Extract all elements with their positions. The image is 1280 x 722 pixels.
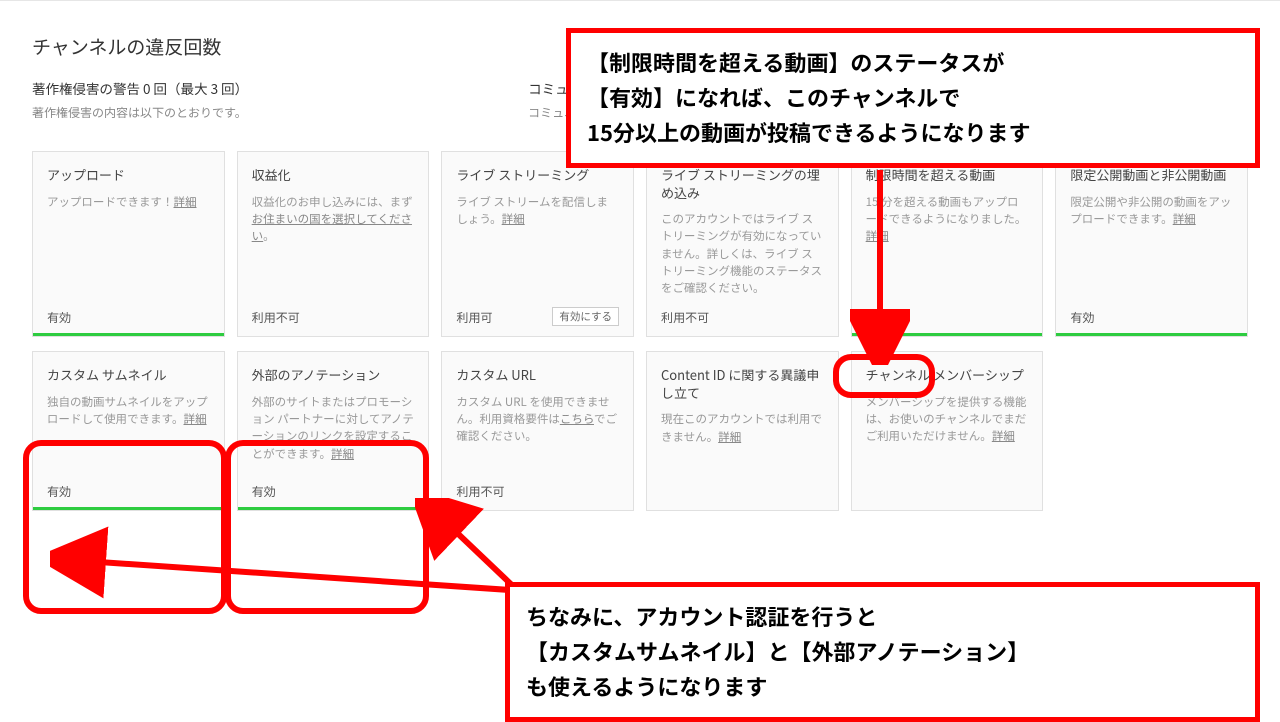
card-title: チャンネル メンバーシップ — [866, 366, 1029, 384]
card-title: 外部のアノテーション — [252, 366, 415, 384]
card-status: 有効 — [866, 309, 890, 326]
feature-card: ライブ ストリーミングの埋め込みこのアカウントではライブ ストリーミングが有効に… — [646, 151, 839, 337]
card-footer: 利用可 有効にする — [456, 307, 619, 326]
card-desc-pre: 収益化のお申し込みには、まず — [252, 194, 413, 210]
card-desc-pre: アップロードできます！ — [47, 194, 174, 210]
card-footer: 有効 — [47, 483, 210, 500]
status-bar — [33, 333, 224, 336]
card-title: 限定公開動画と非公開動画 — [1070, 166, 1233, 184]
card-footer: 利用不可 — [252, 309, 415, 326]
annotation-bottom: ちなみに、アカウント認証を行うと 【カスタムサムネイル】と【外部アノテーション】… — [505, 582, 1260, 722]
annotation-top-line3: 15分以上の動画が投稿できるようになります — [587, 115, 1239, 150]
card-grid-row1: アップロードアップロードできます！詳細有効収益化収益化のお申し込みには、まずお住… — [32, 151, 1248, 337]
card-desc-post: 。 — [263, 228, 275, 244]
status-bar — [1056, 333, 1247, 336]
card-status: 利用可 — [456, 309, 492, 326]
card-link[interactable]: 詳細 — [866, 228, 889, 244]
card-status: 有効 — [47, 309, 71, 326]
feature-card: Content ID に関する異議申し立て現在このアカウントでは利用できません。… — [646, 351, 839, 511]
card-title: ライブ ストリーミング — [456, 166, 619, 184]
card-status: 有効 — [1070, 309, 1094, 326]
card-title: カスタム URL — [456, 366, 619, 384]
annotation-top: 【制限時間を超える動画】のステータスが 【有効】になれば、このチャンネルで 15… — [566, 28, 1260, 168]
card-footer: 利用不可 — [661, 309, 824, 326]
card-status: 利用不可 — [661, 309, 709, 326]
card-link[interactable]: こちら — [560, 411, 594, 427]
card-footer: 有効 — [47, 309, 210, 326]
card-link[interactable]: 詳細 — [331, 446, 354, 462]
card-desc: アップロードできます！詳細 — [47, 194, 210, 298]
card-desc: 独自の動画サムネイルをアップロードして使用できます。詳細 — [47, 394, 210, 471]
card-footer: 利用不可 — [456, 483, 619, 500]
card-desc: カスタム URL を使用できません。利用資格要件はこちらでご確認ください。 — [456, 394, 619, 471]
card-link[interactable]: お住まいの国を選択してください — [252, 211, 412, 244]
feature-card: カスタム サムネイル独自の動画サムネイルをアップロードして使用できます。詳細有効 — [32, 351, 225, 511]
annotation-top-line1: 【制限時間を超える動画】のステータスが — [587, 45, 1239, 80]
card-status: 有効 — [252, 483, 276, 500]
card-link[interactable]: 詳細 — [502, 211, 525, 227]
status-bar — [852, 333, 1043, 336]
card-status: 有効 — [47, 483, 71, 500]
card-footer: 有効 — [252, 483, 415, 500]
annotation-bottom-line3: も使えるようになります — [526, 669, 1239, 704]
copyright-sub: 著作権侵害の内容は以下のとおりです。 — [32, 104, 248, 121]
card-desc: このアカウントではライブ ストリーミングが有効になっていません。詳しくは、ライブ… — [661, 211, 824, 297]
card-status: 利用不可 — [252, 309, 300, 326]
status-bar — [238, 507, 429, 510]
card-grid-row2: カスタム サムネイル独自の動画サムネイルをアップロードして使用できます。詳細有効… — [32, 351, 1248, 511]
copyright-col: 著作権侵害の警告 0 回（最大 3 回） 著作権侵害の内容は以下のとおりです。 — [32, 78, 248, 121]
card-desc-pre: 現在このアカウントでは利用できません。 — [661, 411, 822, 444]
card-desc: メンバーシップを提供する機能は、お使いのチャンネルでまだご利用いただけません。詳… — [866, 394, 1029, 488]
card-title: 制限時間を超える動画 — [866, 166, 1029, 184]
enable-button[interactable]: 有効にする — [552, 307, 619, 326]
card-desc: 15 分を超える動画もアップロードできるようになりました。詳細 — [866, 194, 1029, 298]
card-link[interactable]: 詳細 — [718, 429, 741, 445]
card-link[interactable]: 詳細 — [1173, 211, 1196, 227]
card-desc: ライブ ストリームを配信しましょう。詳細 — [456, 194, 619, 296]
card-link[interactable]: 詳細 — [184, 411, 207, 427]
card-title: 収益化 — [252, 166, 415, 184]
card-link[interactable]: 詳細 — [174, 194, 197, 210]
card-desc-pre: 15 分を超える動画もアップロードできるようになりました。 — [866, 194, 1027, 227]
feature-card: 制限時間を超える動画 15 分を超える動画もアップロードできるようになりました。詳… — [851, 151, 1044, 337]
card-title: アップロード — [47, 166, 210, 184]
feature-card: 限定公開動画と非公開動画限定公開や非公開の動画をアップロードできます。詳細有効 — [1055, 151, 1248, 337]
card-status: 利用不可 — [456, 483, 504, 500]
card-footer: 有効 — [866, 309, 1029, 326]
feature-card: 外部のアノテーション外部のサイトまたはプロモーション パートナーに対してアノテー… — [237, 351, 430, 511]
feature-card: 収益化収益化のお申し込みには、まずお住まいの国を選択してください。利用不可 — [237, 151, 430, 337]
card-desc: 外部のサイトまたはプロモーション パートナーに対してアノテーションのリンクを設定… — [252, 394, 415, 471]
annotation-top-line2: 【有効】になれば、このチャンネルで — [587, 80, 1239, 115]
card-desc-pre: ライブ ストリームを配信しましょう。 — [456, 194, 608, 227]
card-desc-pre: 限定公開や非公開の動画をアップロードできます。 — [1070, 194, 1231, 227]
feature-card: アップロードアップロードできます！詳細有効 — [32, 151, 225, 337]
feature-card: ライブ ストリーミングライブ ストリームを配信しましょう。詳細利用可 有効にする — [441, 151, 634, 337]
status-bar — [33, 507, 224, 510]
card-desc: 現在このアカウントでは利用できません。詳細 — [661, 411, 824, 488]
feature-card: カスタム URL カスタム URL を使用できません。利用資格要件はこちらでご確認… — [441, 351, 634, 511]
card-desc-pre: このアカウントではライブ ストリーミングが有効になっていません。詳しくは、ライブ… — [661, 211, 822, 296]
feature-card: チャンネル メンバーシップメンバーシップを提供する機能は、お使いのチャンネルでま… — [851, 351, 1044, 511]
card-footer: 有効 — [1070, 309, 1233, 326]
copyright-heading: 著作権侵害の警告 0 回（最大 3 回） — [32, 78, 248, 98]
card-desc: 収益化のお申し込みには、まずお住まいの国を選択してください。 — [252, 194, 415, 298]
card-title: Content ID に関する異議申し立て — [661, 366, 824, 401]
card-title: ライブ ストリーミングの埋め込み — [661, 166, 824, 201]
annotation-bottom-line1: ちなみに、アカウント認証を行うと — [526, 599, 1239, 634]
card-desc: 限定公開や非公開の動画をアップロードできます。詳細 — [1070, 194, 1233, 298]
annotation-bottom-line2: 【カスタムサムネイル】と【外部アノテーション】 — [526, 634, 1239, 669]
card-title: カスタム サムネイル — [47, 366, 210, 384]
card-link[interactable]: 詳細 — [992, 428, 1015, 444]
